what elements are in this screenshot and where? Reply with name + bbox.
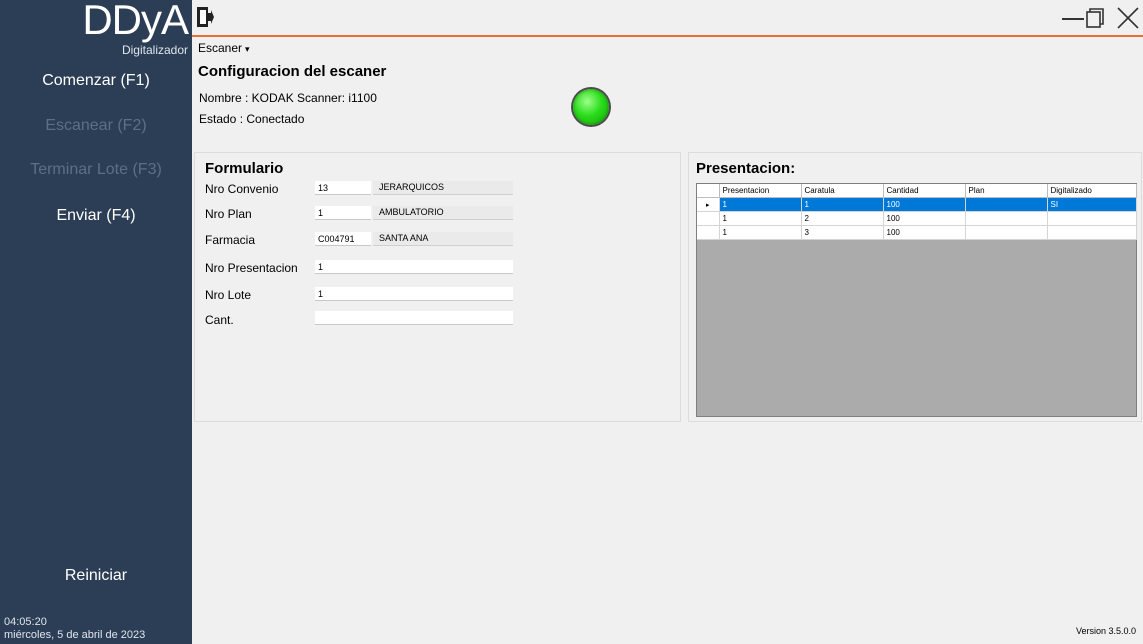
- table-cell[interactable]: 2: [801, 211, 884, 226]
- row-header[interactable]: [697, 211, 720, 226]
- send-button[interactable]: Enviar (F4): [0, 207, 192, 225]
- close-icon[interactable]: [1116, 6, 1140, 30]
- column-header[interactable]: Plan: [965, 184, 1048, 198]
- column-header[interactable]: Digitalizado: [1047, 184, 1137, 198]
- presentacion-table: Presentacion Caratula Cantidad Plan Digi…: [697, 184, 1137, 240]
- row-header-corner: [697, 184, 720, 198]
- minimize-icon[interactable]: [1062, 18, 1084, 20]
- farmacia-description: SANTA ANA: [373, 232, 513, 246]
- presentacion-input[interactable]: [315, 260, 513, 274]
- table-cell[interactable]: 100: [883, 211, 966, 226]
- scan-button[interactable]: Escanear (F2): [0, 117, 192, 135]
- table-cell[interactable]: [1047, 211, 1137, 226]
- table-cell[interactable]: 1: [719, 197, 802, 212]
- column-header[interactable]: Cantidad: [883, 184, 966, 198]
- column-header[interactable]: Presentacion: [719, 184, 802, 198]
- scanner-name: Nombre : KODAK Scanner: i1100: [199, 91, 377, 105]
- table-cell[interactable]: 1: [801, 197, 884, 212]
- farmacia-label: Farmacia: [205, 233, 256, 247]
- table-cell[interactable]: 100: [883, 225, 966, 240]
- convenio-input[interactable]: [315, 181, 371, 195]
- table-row[interactable]: ▸ 1 1 100 SI: [697, 197, 1137, 212]
- version-label: Version 3.5.0.0: [1075, 626, 1136, 636]
- app-subtitle: Digitalizador: [121, 43, 188, 57]
- table-cell[interactable]: [1047, 225, 1137, 240]
- table-row[interactable]: 1 3 100: [697, 225, 1137, 240]
- lote-input[interactable]: [315, 287, 513, 301]
- chevron-down-icon: ▾: [245, 44, 250, 54]
- presentacion-label: Nro Presentacion: [205, 261, 298, 275]
- convenio-description: JERARQUICOS: [373, 181, 513, 195]
- column-header[interactable]: Caratula: [801, 184, 884, 198]
- plan-input[interactable]: [315, 206, 371, 220]
- convenio-label: Nro Convenio: [205, 182, 279, 196]
- table-cell[interactable]: 1: [719, 225, 802, 240]
- start-button[interactable]: Comenzar (F1): [0, 72, 192, 90]
- cant-label: Cant.: [205, 313, 234, 327]
- scanner-menu-label: Escaner: [198, 41, 243, 55]
- lote-label: Nro Lote: [205, 288, 252, 302]
- clock-date: miércoles, 5 de abril de 2023: [4, 629, 146, 641]
- plan-description: AMBULATORIO: [373, 206, 513, 220]
- maximize-icon[interactable]: [1086, 8, 1104, 28]
- table-cell[interactable]: [965, 211, 1048, 226]
- clock-time: 04:05:20: [4, 616, 47, 628]
- title-accent-line: [192, 35, 1143, 37]
- table-cell[interactable]: SI: [1047, 197, 1137, 212]
- title-bar: [192, 0, 1143, 36]
- row-selected-indicator-icon: ▸: [697, 197, 720, 212]
- restart-button[interactable]: Reiniciar: [0, 567, 192, 585]
- table-cell[interactable]: 100: [883, 197, 966, 212]
- farmacia-input[interactable]: [315, 232, 371, 246]
- cant-input[interactable]: [315, 311, 513, 325]
- scanner-status-led-icon: [573, 89, 609, 125]
- exit-door-icon[interactable]: [196, 6, 214, 28]
- sidebar: DDyA Digitalizador Comenzar (F1) Escanea…: [0, 0, 192, 644]
- table-cell[interactable]: [965, 225, 1048, 240]
- row-header[interactable]: [697, 225, 720, 240]
- app-logo: DDyA: [82, 0, 189, 43]
- presentacion-title: Presentacion:: [696, 160, 796, 177]
- table-cell[interactable]: [965, 197, 1048, 212]
- presentacion-grid[interactable]: Presentacion Caratula Cantidad Plan Digi…: [696, 183, 1137, 417]
- table-cell[interactable]: 1: [719, 211, 802, 226]
- table-row[interactable]: 1 2 100: [697, 211, 1137, 226]
- scanner-menu[interactable]: Escaner ▾: [198, 41, 250, 55]
- scanner-state: Estado : Conectado: [199, 112, 305, 126]
- form-title: Formulario: [205, 160, 284, 177]
- finish-batch-button[interactable]: Terminar Lote (F3): [0, 161, 192, 179]
- scanner-config-title: Configuracion del escaner: [198, 63, 387, 80]
- table-cell[interactable]: 3: [801, 225, 884, 240]
- table-header-row: Presentacion Caratula Cantidad Plan Digi…: [697, 184, 1137, 198]
- plan-label: Nro Plan: [205, 207, 252, 221]
